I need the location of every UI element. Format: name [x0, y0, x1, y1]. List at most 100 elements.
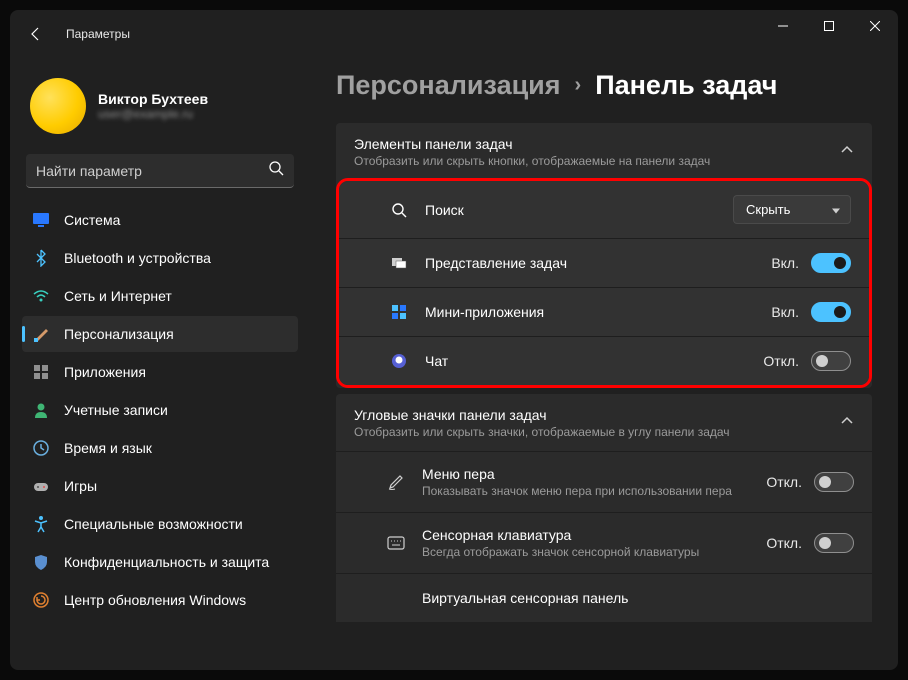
search-box[interactable]: [26, 154, 294, 188]
row-touchkb: Сенсорная клавиатура Всегда отображать з…: [336, 512, 872, 573]
user-profile[interactable]: Виктор Бухтеев user@example.ru: [22, 66, 298, 150]
toggle-widgets[interactable]: [811, 302, 851, 322]
sidebar-item-label: Персонализация: [64, 326, 174, 342]
breadcrumb-root[interactable]: Персонализация: [336, 70, 561, 101]
section-header-taskbar-items[interactable]: Элементы панели задач Отобразить или скр…: [336, 123, 872, 180]
row-label-chat: Чат: [425, 353, 763, 369]
chat-icon: [389, 351, 409, 371]
toggle-state-widgets: Вкл.: [771, 304, 799, 320]
sidebar-item-accounts[interactable]: Учетные записи: [22, 392, 298, 428]
row-label-touchkb: Сенсорная клавиатура: [422, 527, 766, 543]
sidebar-item-privacy[interactable]: Конфиденциальность и защита: [22, 544, 298, 580]
sidebar-item-gaming[interactable]: Игры: [22, 468, 298, 504]
main-panel: Персонализация › Панель задач Элементы п…: [310, 58, 898, 670]
user-name: Виктор Бухтеев: [98, 91, 208, 107]
chevron-up-icon: [840, 143, 854, 162]
chevron-up-icon: [840, 414, 854, 433]
user-email: user@example.ru: [98, 107, 208, 121]
taskview-icon: [389, 253, 409, 273]
sidebar-item-accessibility[interactable]: Специальные возможности: [22, 506, 298, 542]
titlebar: Параметры: [10, 10, 898, 58]
sidebar-item-personalization[interactable]: Персонализация: [22, 316, 298, 352]
toggle-pen[interactable]: [814, 472, 854, 492]
toggle-state-chat: Откл.: [763, 353, 799, 369]
toggle-state-taskview: Вкл.: [771, 255, 799, 271]
row-label-pen: Меню пера: [422, 466, 766, 482]
maximize-button[interactable]: [806, 10, 852, 42]
row-search: Поиск Скрыть: [339, 181, 869, 238]
highlight-annotation: Поиск Скрыть Представление задач Вкл. Ми…: [336, 178, 872, 388]
keyboard-icon: [386, 533, 406, 553]
search-input[interactable]: [36, 163, 268, 179]
back-button[interactable]: [18, 16, 54, 52]
toggle-state-touchkb: Откл.: [766, 535, 802, 551]
sidebar-item-system[interactable]: Система: [22, 202, 298, 238]
dropdown-search[interactable]: Скрыть: [733, 195, 851, 224]
content: Виктор Бухтеев user@example.ru Система Bl…: [10, 58, 898, 670]
person-icon: [32, 401, 50, 419]
row-label-widgets: Мини-приложения: [425, 304, 771, 320]
nav: Система Bluetooth и устройства Сеть и Инте…: [22, 202, 298, 618]
sidebar-item-label: Специальные возможности: [64, 516, 243, 532]
toggle-taskview[interactable]: [811, 253, 851, 273]
app-title: Параметры: [66, 27, 130, 41]
wifi-icon: [32, 287, 50, 305]
update-icon: [32, 591, 50, 609]
section2-subtitle: Отобразить или скрыть значки, отображаем…: [354, 425, 730, 439]
row-taskview: Представление задач Вкл.: [339, 238, 869, 287]
settings-window: Параметры Виктор Бухтеев user@example.ru…: [10, 10, 898, 670]
sidebar-item-label: Bluetooth и устройства: [64, 250, 211, 266]
section-taskbar-items: Элементы панели задач Отобразить или скр…: [336, 123, 872, 388]
row-desc-touchkb: Всегда отображать значок сенсорной клави…: [422, 545, 766, 559]
breadcrumb-current: Панель задач: [595, 70, 777, 101]
clock-icon: [32, 439, 50, 457]
row-chat: Чат Откл.: [339, 336, 869, 385]
section2-title: Угловые значки панели задач: [354, 407, 730, 423]
sidebar-item-time[interactable]: Время и язык: [22, 430, 298, 466]
row-widgets: Мини-приложения Вкл.: [339, 287, 869, 336]
section-corner-icons: Угловые значки панели задач Отобразить и…: [336, 394, 872, 622]
toggle-state-pen: Откл.: [766, 474, 802, 490]
row-label-touchpad: Виртуальная сенсорная панель: [422, 590, 854, 606]
widgets-icon: [389, 302, 409, 322]
section-title: Элементы панели задач: [354, 136, 710, 152]
toggle-touchkb[interactable]: [814, 533, 854, 553]
sidebar-item-label: Время и язык: [64, 440, 152, 456]
avatar: [30, 78, 86, 134]
row-desc-pen: Показывать значок меню пера при использо…: [422, 484, 766, 498]
window-controls: [760, 10, 898, 42]
search-icon: [389, 200, 409, 220]
row-touchpad: Виртуальная сенсорная панель: [336, 573, 872, 622]
search-icon: [268, 160, 284, 181]
pen-icon: [386, 472, 406, 492]
sidebar-item-label: Конфиденциальность и защита: [64, 554, 269, 570]
sidebar-item-bluetooth[interactable]: Bluetooth и устройства: [22, 240, 298, 276]
close-button[interactable]: [852, 10, 898, 42]
sidebar-item-update[interactable]: Центр обновления Windows: [22, 582, 298, 618]
monitor-icon: [32, 211, 50, 229]
sidebar-item-label: Игры: [64, 478, 97, 494]
breadcrumb: Персонализация › Панель задач: [336, 70, 872, 101]
gamepad-icon: [32, 477, 50, 495]
sidebar-item-label: Центр обновления Windows: [64, 592, 246, 608]
sidebar-item-label: Система: [64, 212, 120, 228]
brush-icon: [32, 325, 50, 343]
sidebar-item-label: Приложения: [64, 364, 146, 380]
sidebar: Виктор Бухтеев user@example.ru Система Bl…: [10, 58, 310, 670]
touchpad-icon: [386, 588, 406, 608]
sidebar-item-label: Учетные записи: [64, 402, 168, 418]
sidebar-item-label: Сеть и Интернет: [64, 288, 172, 304]
row-label-taskview: Представление задач: [425, 255, 771, 271]
bluetooth-icon: [32, 249, 50, 267]
shield-icon: [32, 553, 50, 571]
row-label-search: Поиск: [425, 202, 733, 218]
chevron-right-icon: ›: [575, 74, 582, 97]
toggle-chat[interactable]: [811, 351, 851, 371]
minimize-button[interactable]: [760, 10, 806, 42]
accessibility-icon: [32, 515, 50, 533]
row-pen: Меню пера Показывать значок меню пера пр…: [336, 451, 872, 512]
sidebar-item-network[interactable]: Сеть и Интернет: [22, 278, 298, 314]
section-subtitle: Отобразить или скрыть кнопки, отображаем…: [354, 154, 710, 168]
sidebar-item-apps[interactable]: Приложения: [22, 354, 298, 390]
section-header-corner-icons[interactable]: Угловые значки панели задач Отобразить и…: [336, 394, 872, 451]
